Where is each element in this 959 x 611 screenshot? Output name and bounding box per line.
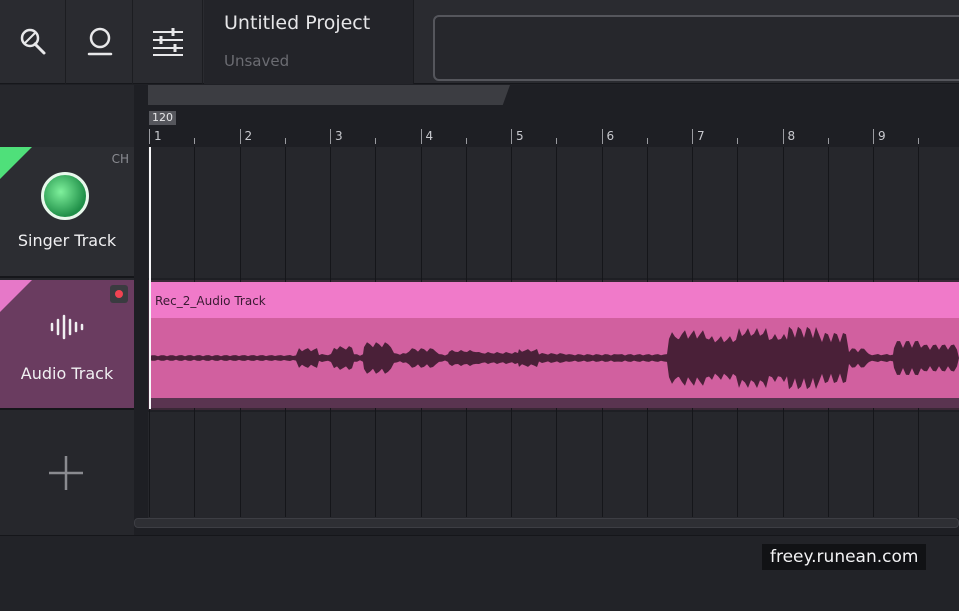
project-title: Untitled Project — [224, 12, 371, 34]
track-type-label: CH — [111, 152, 129, 166]
user-button[interactable] — [67, 0, 133, 84]
bar-number: 1 — [154, 129, 162, 143]
singer-avatar-icon[interactable] — [41, 172, 89, 220]
track-header-singer[interactable]: CH Singer Track — [0, 147, 134, 278]
project-status: Unsaved — [224, 52, 290, 70]
bar-number: 7 — [697, 129, 705, 143]
plus-icon[interactable] — [48, 455, 84, 491]
playhead[interactable] — [149, 147, 151, 409]
bar-tick — [782, 129, 784, 144]
beat-tick — [465, 138, 467, 144]
clip-name: Rec_2_Audio Track — [155, 294, 266, 308]
beat-tick — [194, 138, 196, 144]
track-color-tag — [0, 147, 32, 179]
mic-search-button[interactable] — [0, 0, 66, 84]
beat-tick — [375, 138, 377, 144]
bar-number: 9 — [878, 129, 886, 143]
horizontal-scrollbar[interactable] — [134, 518, 959, 528]
track-header-column: CH Singer Track Audio Track — [0, 85, 134, 535]
bar-tick — [330, 129, 331, 144]
bar-number: 4 — [425, 129, 434, 143]
beat-tick — [284, 138, 286, 144]
bar-number: 5 — [516, 129, 524, 143]
bar-tick — [239, 129, 241, 144]
daw-window: Untitled Project Unsaved CH Singer Track… — [0, 0, 959, 611]
bar-number: 6 — [606, 129, 615, 143]
track-header-audio[interactable]: Audio Track — [0, 280, 134, 410]
loop-range-bar[interactable] — [148, 85, 510, 105]
track-name-singer: Singer Track — [17, 231, 117, 250]
bar-number: 3 — [335, 129, 343, 143]
timeline-ruler[interactable] — [148, 107, 959, 145]
beat-tick — [646, 138, 648, 144]
bar-number: 8 — [787, 129, 796, 143]
bar-tick — [692, 129, 693, 144]
beat-tick — [827, 138, 829, 144]
top-input-field[interactable] — [433, 15, 959, 81]
bar-tick — [149, 129, 150, 144]
clip-waveform-area — [149, 318, 959, 398]
mixer-sliders-icon — [153, 28, 183, 56]
clip-footer — [149, 398, 959, 408]
track-color-tag — [0, 280, 32, 312]
clip-waveform — [149, 326, 959, 390]
user-icon — [87, 27, 112, 56]
bar-tick — [601, 129, 603, 144]
tempo-marker[interactable]: 120 — [149, 111, 176, 125]
beat-tick — [556, 138, 558, 144]
track-lane-singer[interactable] — [148, 147, 959, 278]
empty-lane-area[interactable] — [148, 412, 959, 518]
bar-tick — [873, 129, 874, 144]
watermark: freey.runean.com — [762, 544, 927, 570]
audio-clip[interactable]: Rec_2_Audio Track — [149, 282, 959, 408]
beat-tick — [918, 138, 920, 144]
bar-number: 2 — [244, 129, 253, 143]
bar-tick — [420, 129, 422, 144]
mixer-button[interactable] — [134, 0, 203, 84]
project-info[interactable]: Untitled Project Unsaved — [204, 0, 414, 84]
mic-search-icon — [20, 28, 45, 55]
bar-tick — [511, 129, 512, 144]
clip-header[interactable]: Rec_2_Audio Track — [149, 282, 959, 318]
arrangement-view[interactable]: 120 1 2 3 4 5 6 7 8 9 Rec_2_Audio Track — [134, 85, 959, 535]
beat-tick — [737, 138, 739, 144]
record-arm-button[interactable] — [110, 285, 128, 303]
waveform-icon — [50, 314, 84, 340]
top-toolbar: Untitled Project Unsaved — [0, 0, 959, 84]
track-name-audio: Audio Track — [20, 364, 114, 383]
